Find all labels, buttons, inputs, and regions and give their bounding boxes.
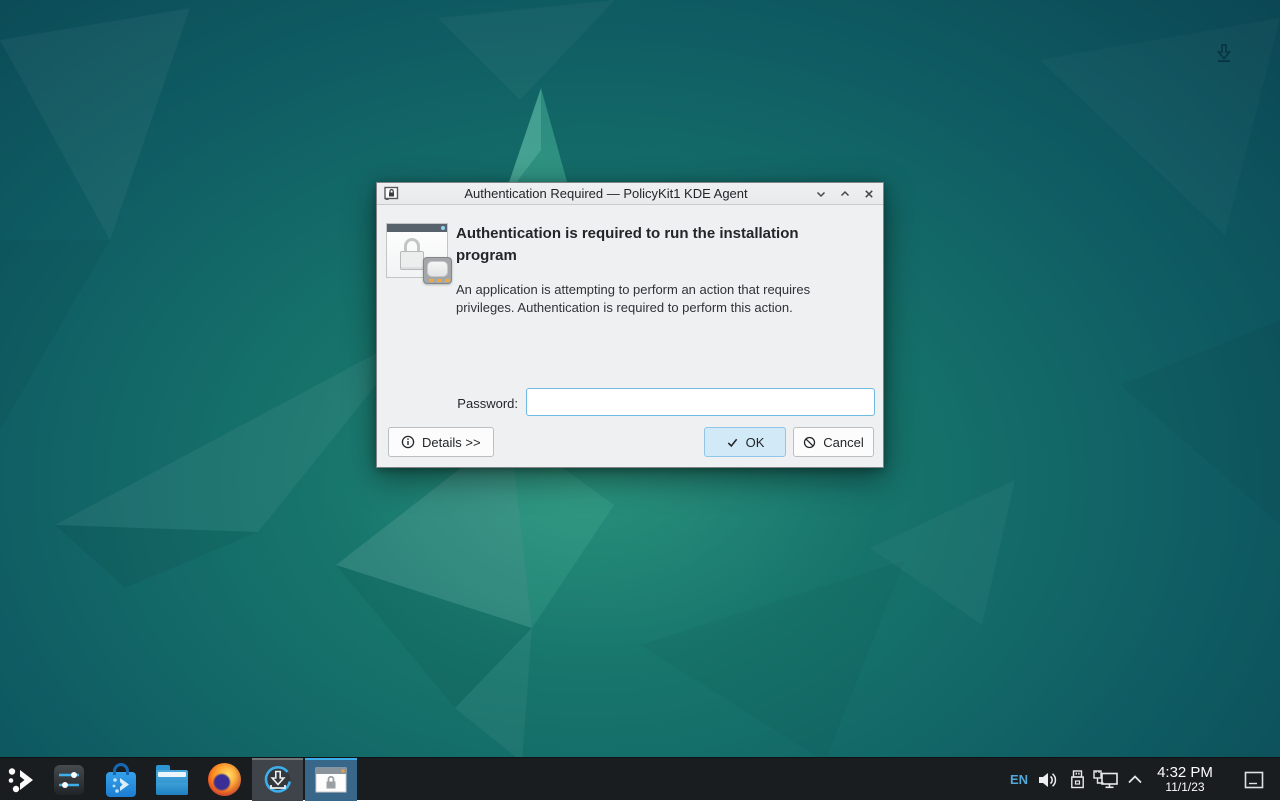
dialog-message: An application is attempting to perform … bbox=[456, 281, 858, 317]
close-icon[interactable] bbox=[861, 186, 876, 201]
ok-button[interactable]: OK bbox=[704, 427, 786, 457]
dialog-title: Authentication Required — PolicyKit1 KDE… bbox=[405, 186, 807, 201]
discover-button[interactable] bbox=[101, 758, 141, 801]
minimize-icon[interactable] bbox=[813, 186, 828, 201]
sliders-icon bbox=[54, 765, 84, 795]
cancel-button[interactable]: Cancel bbox=[793, 427, 874, 457]
desktop: Authentication Required — PolicyKit1 KDE… bbox=[0, 0, 1280, 800]
discover-bag-icon bbox=[106, 772, 136, 797]
ok-button-label: OK bbox=[746, 435, 765, 450]
window-controls bbox=[813, 186, 876, 201]
network-icon[interactable] bbox=[1092, 758, 1120, 801]
digital-clock[interactable]: 4:32 PM 11/1/23 bbox=[1148, 758, 1222, 801]
cancel-icon bbox=[803, 436, 816, 449]
clock-date: 11/1/23 bbox=[1165, 781, 1204, 794]
clock-time: 4:32 PM bbox=[1157, 765, 1213, 782]
dialog-heading: Authentication is required to run the in… bbox=[456, 223, 852, 267]
password-label: Password: bbox=[377, 396, 518, 411]
checkmark-icon bbox=[726, 436, 739, 449]
show-desktop-icon bbox=[1244, 771, 1264, 789]
dialog-content: Authentication is required to run the in… bbox=[377, 205, 883, 468]
cancel-button-label: Cancel bbox=[823, 435, 863, 450]
usb-device-icon[interactable] bbox=[1066, 758, 1088, 801]
task-installer-download[interactable] bbox=[252, 758, 303, 801]
show-desktop-button[interactable] bbox=[1240, 758, 1268, 801]
auth-window-task-icon bbox=[315, 766, 347, 794]
lock-window-drive-icon bbox=[386, 221, 449, 281]
volume-icon[interactable] bbox=[1035, 758, 1061, 801]
firefox-icon bbox=[208, 763, 241, 796]
dialog-titlebar[interactable]: Authentication Required — PolicyKit1 KDE… bbox=[377, 183, 883, 205]
expand-tray-chevron-icon[interactable] bbox=[1124, 758, 1146, 801]
installer-download-icon bbox=[263, 765, 293, 795]
auth-window-icon bbox=[384, 186, 399, 201]
maximize-icon[interactable] bbox=[837, 186, 852, 201]
details-button-label: Details >> bbox=[422, 435, 481, 450]
info-icon bbox=[401, 435, 415, 449]
task-authentication-window[interactable] bbox=[305, 758, 357, 801]
kde-launcher-icon bbox=[7, 766, 37, 794]
keyboard-layout-indicator[interactable]: EN bbox=[1005, 758, 1033, 801]
authentication-dialog: Authentication Required — PolicyKit1 KDE… bbox=[376, 182, 884, 468]
application-launcher-button[interactable] bbox=[4, 758, 40, 801]
download-arrow-icon[interactable] bbox=[1216, 44, 1232, 63]
dolphin-file-manager-button[interactable] bbox=[152, 758, 192, 801]
firefox-button[interactable] bbox=[204, 758, 244, 801]
system-settings-button[interactable] bbox=[49, 758, 89, 801]
taskbar: EN bbox=[0, 757, 1280, 800]
folder-icon bbox=[156, 770, 188, 795]
password-input[interactable] bbox=[526, 388, 875, 416]
details-button[interactable]: Details >> bbox=[388, 427, 494, 457]
